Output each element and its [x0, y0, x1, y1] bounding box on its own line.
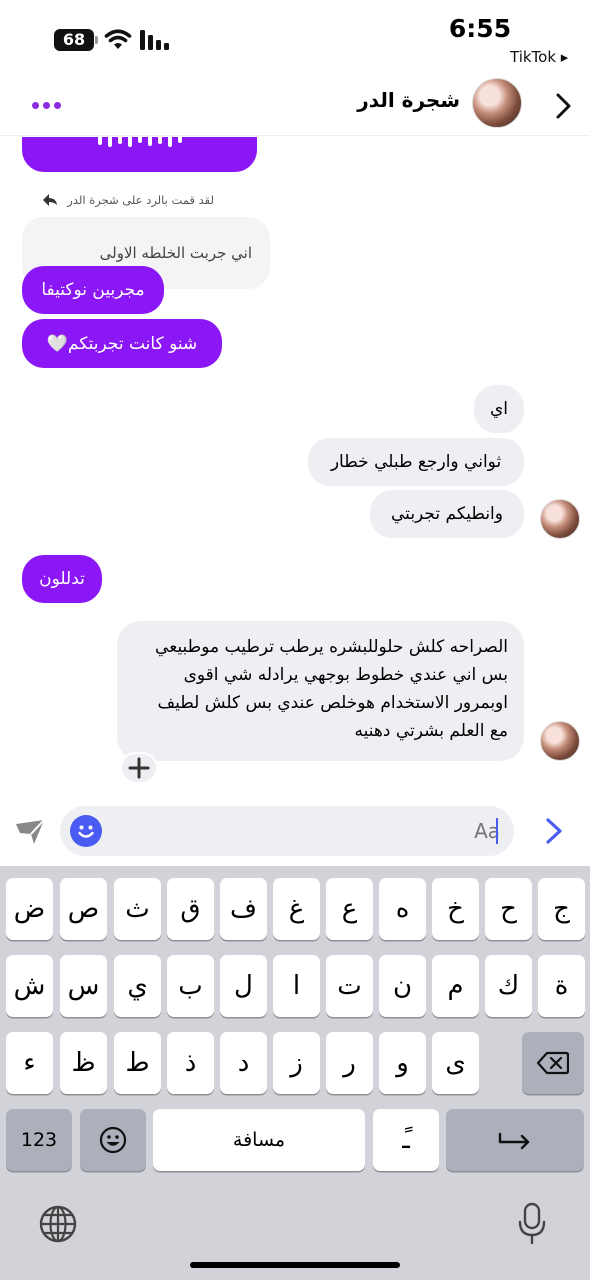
voice-message-bubble[interactable] — [22, 137, 257, 172]
sender-avatar[interactable] — [540, 499, 580, 539]
return-arrow-icon — [498, 1132, 530, 1150]
back-chevron-icon[interactable] — [553, 92, 573, 120]
message-input-container[interactable] — [60, 806, 514, 856]
home-indicator — [190, 1262, 400, 1268]
wifi-icon — [104, 29, 132, 49]
key[interactable]: ز — [273, 1032, 320, 1094]
battery-icon: 68 — [54, 29, 98, 51]
incoming-message[interactable]: الصراحه كلش حلوللبشره يرطب ترطيب موطبيعي… — [117, 621, 524, 761]
incoming-message[interactable]: اي — [474, 385, 524, 433]
outgoing-message[interactable]: تدللون — [22, 555, 102, 603]
back-to-app-link[interactable]: TikTok ▸ — [510, 48, 568, 66]
message-input[interactable] — [314, 818, 514, 844]
key[interactable]: ا — [273, 955, 320, 1017]
text-caret — [496, 818, 498, 844]
key[interactable]: ي — [114, 955, 161, 1017]
message-line: اوبمرور الاستخدام هوخلص عندي بس كلش لطيف — [157, 693, 508, 713]
delete-key[interactable] — [522, 1032, 584, 1094]
clock: 6:55 — [448, 14, 512, 43]
send-chevron-icon[interactable] — [542, 816, 566, 846]
key[interactable]: ص — [60, 878, 107, 940]
key[interactable]: ى — [432, 1032, 479, 1094]
backspace-icon — [537, 1051, 569, 1075]
message-line: الصراحه كلش حلوللبشره يرطب ترطيب موطبيعي — [155, 637, 508, 657]
key[interactable]: ن — [379, 955, 426, 1017]
key[interactable]: ل — [220, 955, 267, 1017]
smiley-icon — [78, 825, 94, 838]
key[interactable]: ع — [326, 878, 373, 940]
space-key[interactable]: مسافة — [153, 1109, 365, 1171]
key[interactable]: ء — [6, 1032, 53, 1094]
key[interactable]: م — [432, 955, 479, 1017]
key[interactable]: ق — [167, 878, 214, 940]
key[interactable]: ة — [538, 955, 585, 1017]
contact-avatar[interactable] — [472, 78, 522, 128]
key[interactable]: ف — [220, 878, 267, 940]
message-list[interactable]: لقد قمت بالرد على شجرة الدر اني جربت الخ… — [0, 137, 590, 797]
plus-icon — [128, 757, 150, 779]
incoming-message[interactable]: وانطيكم تجربتي — [370, 490, 524, 538]
battery-level: 68 — [62, 30, 86, 49]
key[interactable]: س — [60, 955, 107, 1017]
emoji-key[interactable] — [80, 1109, 146, 1171]
key[interactable]: ب — [167, 955, 214, 1017]
emoji-keyboard-icon — [99, 1126, 127, 1154]
key[interactable]: ذ — [167, 1032, 214, 1094]
more-options-icon[interactable] — [32, 102, 62, 110]
chat-header: شجرة الدر — [0, 78, 590, 136]
key[interactable]: خ — [432, 878, 479, 940]
numbers-key[interactable]: 123 — [6, 1109, 72, 1171]
key[interactable]: ث — [114, 878, 161, 940]
key[interactable]: ح — [485, 878, 532, 940]
quick-actions-icon[interactable] — [14, 818, 48, 846]
reply-arrow-icon — [43, 194, 57, 206]
audio-waveform-icon — [98, 137, 182, 147]
incoming-message[interactable]: ثواني وارجع طبلي خطار — [308, 438, 524, 486]
key[interactable]: ر — [326, 1032, 373, 1094]
message-line: بس اني عندي خطوط بوجهي يرادله شي اقوى — [183, 665, 508, 685]
message-line: مع العلم بشرتي دهنيه — [354, 721, 509, 741]
key[interactable]: ظ — [60, 1032, 107, 1094]
arabic-keyboard: ض ص ث ق ف غ ع ه خ ح ج ش س ي ب ل ا ت ن م … — [0, 866, 590, 1280]
emoji-icon[interactable] — [70, 815, 102, 847]
key[interactable]: غ — [273, 878, 320, 940]
outgoing-message[interactable]: مجربين نوكتيفا — [22, 266, 164, 314]
key[interactable]: ك — [485, 955, 532, 1017]
key[interactable]: ج — [538, 878, 585, 940]
key[interactable]: ت — [326, 955, 373, 1017]
key[interactable]: ه — [379, 878, 426, 940]
key[interactable]: ض — [6, 878, 53, 940]
key[interactable]: ش — [6, 955, 53, 1017]
sender-avatar[interactable] — [540, 721, 580, 761]
status-bar: 68 6:55 TikTok ▸ — [0, 0, 590, 78]
key[interactable]: د — [220, 1032, 267, 1094]
globe-icon[interactable] — [38, 1204, 78, 1244]
key[interactable]: و — [379, 1032, 426, 1094]
contact-name[interactable]: شجرة الدر — [300, 88, 460, 112]
microphone-icon[interactable] — [518, 1202, 546, 1246]
signal-icon — [140, 30, 169, 50]
key[interactable]: ط — [114, 1032, 161, 1094]
reply-notice: لقد قمت بالرد على شجرة الدر — [67, 193, 214, 207]
diacritic-key[interactable]: ًـ — [373, 1109, 439, 1171]
outgoing-message[interactable]: شنو كانت تجربتكم🤍 — [22, 319, 222, 368]
return-key[interactable] — [446, 1109, 584, 1171]
add-reaction-button[interactable] — [120, 752, 158, 784]
message-composer — [0, 800, 590, 866]
